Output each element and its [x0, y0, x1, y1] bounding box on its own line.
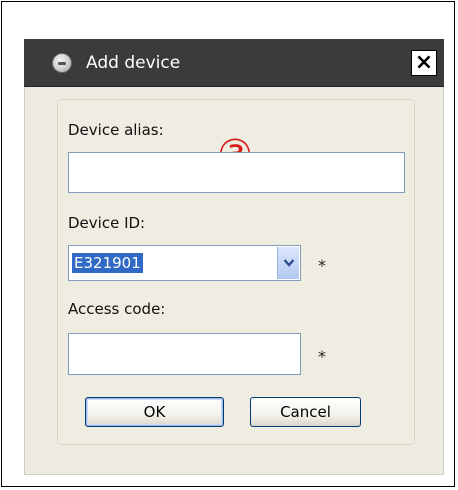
device-alias-input[interactable]: [68, 152, 405, 193]
access-code-label: Access code:: [68, 300, 166, 318]
access-code-required-mark: *: [318, 347, 326, 366]
chevron-down-icon: [283, 259, 294, 267]
close-button[interactable]: ×: [411, 50, 437, 76]
ok-button[interactable]: OK: [85, 397, 224, 427]
access-code-input[interactable]: [68, 333, 301, 375]
dialog-title: Add device: [86, 53, 181, 73]
device-id-dropdown-button[interactable]: [277, 247, 299, 279]
cancel-button[interactable]: Cancel: [250, 397, 361, 427]
device-id-required-mark: *: [318, 256, 326, 275]
device-alias-label: Device alias:: [68, 121, 164, 139]
close-icon: ×: [414, 50, 434, 75]
title-bar: Add device ×: [24, 39, 444, 87]
device-id-value: E321901: [72, 253, 143, 273]
app-icon: [52, 53, 72, 73]
device-id-label: Device ID:: [68, 214, 146, 232]
device-id-combobox[interactable]: E321901: [68, 245, 301, 281]
